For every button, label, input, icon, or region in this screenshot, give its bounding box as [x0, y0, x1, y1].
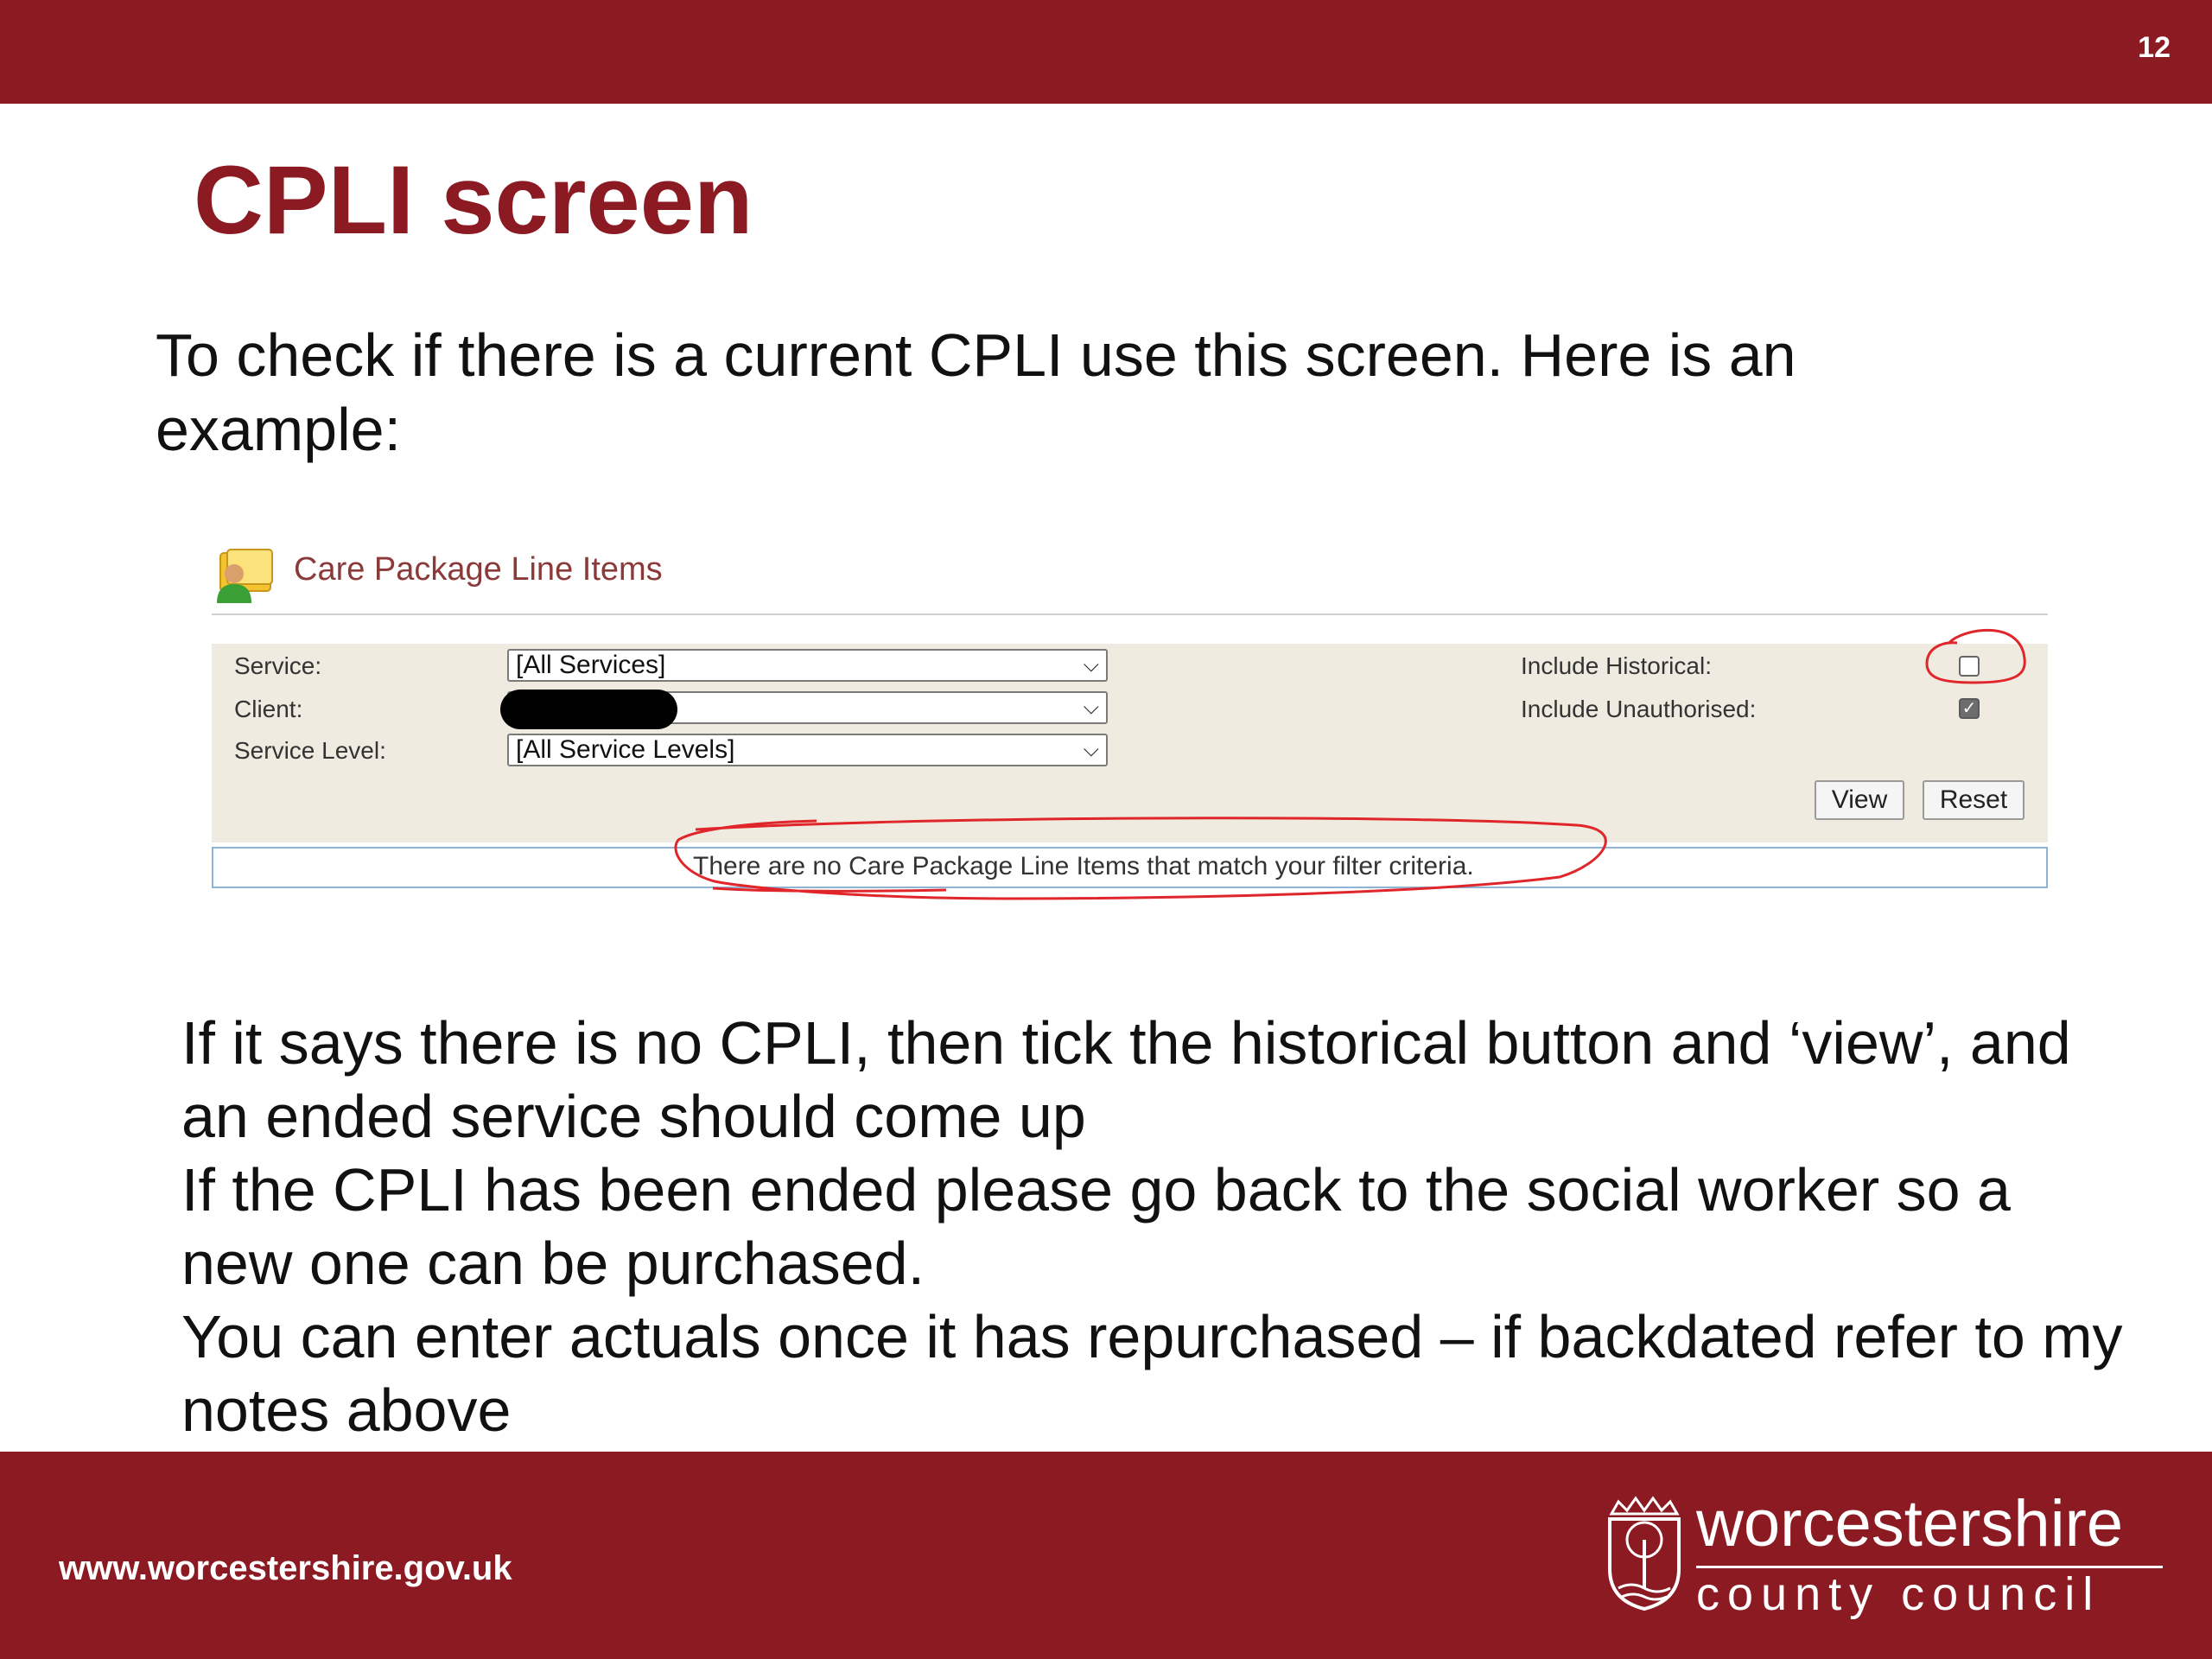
include-historical-checkbox[interactable]: [1959, 656, 1980, 677]
user-folder-icon: [217, 549, 273, 603]
include-unauthorised-checkbox[interactable]: ✓: [1959, 698, 1980, 719]
chevron-down-icon: ⌵: [1083, 696, 1099, 719]
service-label: Service:: [234, 652, 322, 679]
service-select-value: [All Services]: [516, 651, 666, 679]
screenshot-title: Care Package Line Items: [294, 551, 663, 588]
instruction-line: You can enter actuals once it has repurc…: [181, 1303, 2123, 1444]
service-level-select[interactable]: [All Service Levels] ⌵: [507, 734, 1108, 766]
redaction-mark: [500, 690, 677, 729]
instruction-line: If the CPLI has been ended please go bac…: [181, 1156, 2011, 1297]
logo-wordmark: worcestershire: [1696, 1487, 2124, 1560]
instructions: If it says there is no CPLI, then tick t…: [181, 1007, 2126, 1447]
filter-panel: Service: [All Services] ⌵ Client: ⌵ Serv…: [212, 644, 2048, 842]
crest-icon: [1608, 1496, 1681, 1611]
chevron-down-icon: ⌵: [1083, 738, 1099, 761]
footer-url: www.worcestershire.gov.uk: [59, 1549, 512, 1587]
logo-subtitle: county council: [1696, 1568, 2101, 1620]
client-label: Client:: [234, 696, 303, 722]
council-logo: worcestershire county council: [1603, 1491, 2164, 1620]
slide-title: CPLI screen: [194, 146, 753, 254]
service-level-select-value: [All Service Levels]: [516, 735, 735, 764]
no-results-message: There are no Care Package Line Items tha…: [693, 852, 1474, 880]
client-select[interactable]: ⌵: [500, 690, 1108, 729]
view-button[interactable]: View: [1815, 780, 1904, 820]
slide-number: 12: [2138, 31, 2171, 64]
intro-text: To check if there is a current CPLI use …: [156, 321, 1796, 463]
results-table: There are no Care Package Line Items tha…: [212, 847, 2048, 888]
chevron-down-icon: ⌵: [1083, 653, 1099, 677]
screenshot-header: Care Package Line Items: [212, 544, 2048, 615]
reset-button[interactable]: Reset: [1923, 780, 2024, 820]
service-level-label: Service Level:: [234, 737, 386, 764]
include-unauthorised-label: Include Unauthorised:: [1521, 696, 1757, 722]
service-select[interactable]: [All Services] ⌵: [507, 649, 1108, 682]
cpli-screenshot: Care Package Line Items Service: [All Se…: [212, 544, 2048, 900]
include-historical-label: Include Historical:: [1521, 652, 1712, 679]
top-banner: 12: [0, 0, 2212, 104]
instruction-line: If it says there is no CPLI, then tick t…: [181, 1009, 2071, 1150]
footer-banner: www.worcestershire.gov.uk worcestershire…: [0, 1452, 2212, 1659]
